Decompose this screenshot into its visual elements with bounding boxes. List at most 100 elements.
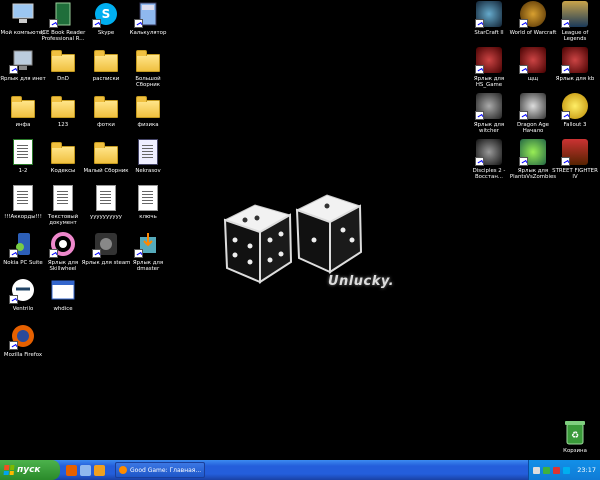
desktop[interactable]: Мой компьютер ICE Book Reader Professiona… [0, 0, 600, 460]
network-icon [9, 46, 37, 74]
desktop-icon-label: Ярлык для kb [555, 76, 595, 82]
desktop-icon[interactable]: ключь [125, 184, 171, 220]
shortcut-arrow-icon [9, 65, 18, 74]
starcraft-icon [475, 0, 503, 28]
text-file-icon [92, 184, 120, 212]
desktop-icon-label: Калькулятор [129, 30, 167, 36]
desktop-icon-label: ключь [139, 214, 157, 220]
desktop-icon-label: Ярлык для HS_Game [473, 76, 505, 89]
desktop-icon[interactable]: Disciples 2 - Восстан... [466, 138, 512, 180]
spreadsheet-icon [9, 138, 37, 166]
desktop-icon[interactable]: Ярлык для Skillwheel [40, 230, 86, 272]
task-label: Good Game: Главная... [130, 466, 202, 474]
desktop-icon-label: Mozilla Firefox [3, 352, 43, 358]
warcraft-icon [519, 0, 547, 28]
shortcut-arrow-icon [519, 111, 528, 120]
desktop-icon[interactable]: DnD [40, 46, 86, 82]
folder-icon [92, 92, 120, 120]
shortcut-arrow-icon [561, 111, 570, 120]
folder-icon [49, 92, 77, 120]
desktop-icon[interactable]: StarCraft II [466, 0, 512, 36]
desktop-icon[interactable]: 123 [40, 92, 86, 128]
folder-icon [49, 46, 77, 74]
shortcut-arrow-icon [475, 157, 484, 166]
text-file-icon [9, 184, 37, 212]
desktop-icon[interactable]: Fallout 3 [552, 92, 598, 128]
firefox-quicklaunch-icon[interactable] [66, 464, 77, 476]
nokia-icon [9, 230, 37, 258]
shortcut-arrow-icon [92, 19, 101, 28]
desktop-icon-label: Ярлык для witcher [473, 122, 505, 135]
recycle-bin-icon: ♻ [561, 418, 589, 446]
desktop-icon-label: whdice [53, 306, 73, 312]
desktop-icon[interactable]: STREET FIGHTER IV [552, 138, 598, 180]
lol-icon [561, 0, 589, 28]
game-icon [519, 46, 547, 74]
steam-icon [92, 230, 120, 258]
show-desktop-icon[interactable] [80, 464, 91, 476]
street-fighter-icon [561, 138, 589, 166]
quick-launch [66, 464, 105, 476]
folder-icon [134, 46, 162, 74]
desktop-icon[interactable]: Ярлык для dmaster [125, 230, 171, 272]
desktop-icon-label: Nekrasov [135, 168, 161, 174]
taskbar: пуск Good Game: Главная... 23:17 [0, 460, 600, 480]
desktop-icon[interactable]: Ярлык для kb [552, 46, 598, 82]
shortcut-arrow-icon [561, 65, 570, 74]
recycle-bin[interactable]: ♻ Корзина [552, 418, 598, 454]
desktop-icon[interactable]: Большой Сборник [125, 46, 171, 88]
wallpaper-text: Unlucky. [328, 274, 395, 289]
shortcut-arrow-icon [475, 19, 484, 28]
system-tray: 23:17 [528, 460, 600, 480]
folder-icon [49, 138, 77, 166]
taskbar-window-button[interactable]: Good Game: Главная... [115, 462, 205, 478]
clock[interactable]: 23:17 [577, 466, 596, 474]
shortcut-arrow-icon [49, 249, 58, 258]
desktop-icon[interactable]: Mozilla Firefox [0, 322, 46, 358]
fallout-icon [561, 92, 589, 120]
shortcut-arrow-icon [519, 65, 528, 74]
desktop-icon[interactable]: whdice [40, 276, 86, 312]
shortcut-arrow-icon [561, 157, 570, 166]
shortcut-arrow-icon [519, 157, 528, 166]
ventrilo-icon [9, 276, 37, 304]
shortcut-arrow-icon [561, 19, 570, 28]
tray-speaker-icon[interactable] [533, 466, 541, 474]
tray-antivirus-icon[interactable] [553, 466, 561, 474]
recycle-bin-label: Корзина [563, 448, 587, 454]
text-file-icon [49, 184, 77, 212]
shortcut-arrow-icon [134, 249, 143, 258]
shortcut-arrow-icon [9, 249, 18, 258]
folder-icon [9, 92, 37, 120]
computer-icon [9, 0, 37, 28]
start-button[interactable]: пуск [0, 460, 60, 480]
folder-icon [92, 46, 120, 74]
shortcut-arrow-icon [49, 19, 58, 28]
desktop-icon[interactable]: Текстовый документ [40, 184, 86, 226]
skillwheel-icon [49, 230, 77, 258]
media-quicklaunch-icon[interactable] [94, 464, 105, 476]
desktop-icon[interactable]: физика [125, 92, 171, 128]
disciples-icon [475, 138, 503, 166]
shortcut-arrow-icon [9, 341, 18, 350]
start-label: пуск [17, 465, 41, 475]
desktop-icon[interactable]: Кодексы [40, 138, 86, 174]
book-icon [49, 0, 77, 28]
desktop-icon[interactable]: ICE Book Reader Professional R... [40, 0, 86, 42]
desktop-icon-label: Fallout 3 [563, 122, 587, 128]
tray-network-icon[interactable] [543, 466, 551, 474]
desktop-icon[interactable]: Ярлык для witcher [466, 92, 512, 134]
folder-icon [134, 92, 162, 120]
desktop-icon-label: Большой Сборник [135, 76, 161, 89]
dmaster-icon [134, 230, 162, 258]
desktop-icon[interactable]: Nekrasov [125, 138, 171, 174]
desktop-icon-label: физика [137, 122, 159, 128]
shortcut-arrow-icon [475, 65, 484, 74]
plants-icon [519, 138, 547, 166]
desktop-icon[interactable]: Ярлык для HS_Game [466, 46, 512, 88]
tray-skype-icon[interactable] [563, 466, 571, 474]
desktop-icon[interactable]: League of Legends [552, 0, 598, 42]
game-icon [561, 46, 589, 74]
dragon-age-icon [519, 92, 547, 120]
desktop-icon[interactable]: Калькулятор [125, 0, 171, 36]
